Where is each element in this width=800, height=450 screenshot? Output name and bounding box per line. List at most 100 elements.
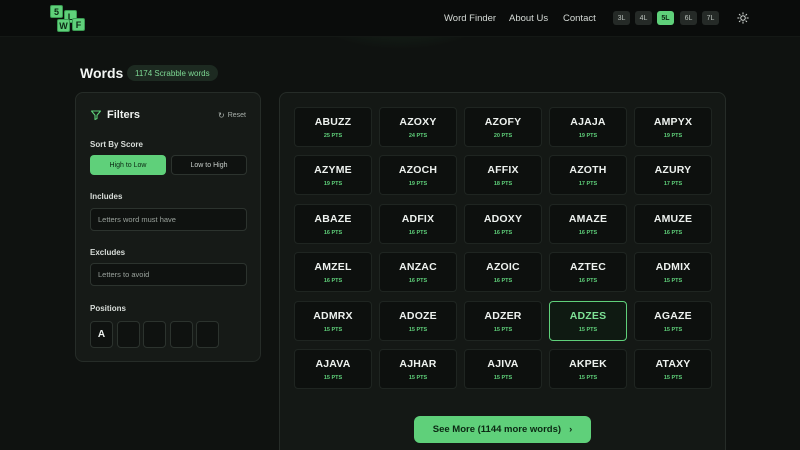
word-points: 15 PTS [493,375,513,381]
top-nav-bar: 5 L W F Word Finder About Us Contact 3L … [0,0,800,37]
sort-high-to-low-button[interactable]: High to Low [90,155,166,175]
word-points: 16 PTS [663,229,683,236]
word-text: AZOIC [486,261,520,274]
word-card[interactable]: AZOXY 24 PTS [379,107,457,147]
word-text: AZOTH [569,164,607,177]
word-card[interactable]: AMUZE 16 PTS [634,203,712,244]
word-text: AZOCH [398,164,438,177]
word-text: AZOFY [484,116,522,128]
word-card[interactable]: ADMRX 15 PTS [294,300,372,341]
word-card[interactable]: ATAXY 15 PTS [634,349,712,389]
word-text: ADZER [484,309,522,322]
logo-tile: W [57,19,70,32]
page-title: Words [80,65,124,81]
filters-title: Filters [107,109,141,121]
word-points: 15 PTS [408,375,428,381]
excludes-label: Excludes [90,248,126,257]
word-card[interactable]: AJHAR 15 PTS [379,349,457,389]
position-input-3[interactable] [143,321,166,348]
length-filter-5l[interactable]: 5L [657,11,674,25]
site-logo[interactable]: 5 L W F [48,4,88,32]
word-points: 16 PTS [578,229,598,236]
word-points: 16 PTS [493,229,513,236]
logo-tile: 5 [50,5,63,18]
word-card[interactable]: ADZER 15 PTS [464,300,542,341]
sort-low-to-high-button[interactable]: Low to High [171,155,247,175]
word-text: AZOXY [399,116,437,128]
excludes-input[interactable] [90,263,247,286]
refresh-icon: ↻ [218,111,225,120]
word-text: ADMIX [655,261,691,274]
word-grid: ABUZZ 25 PTS AZOXY 24 PTS AZOFY 20 PTS AJAJA 19… [279,92,726,450]
nav-link-about-us[interactable]: About Us [509,13,548,24]
word-card[interactable]: AZOTH 17 PTS [549,155,627,196]
length-filter-6l[interactable]: 6L [680,11,697,25]
nav-link-word-finder[interactable]: Word Finder [444,13,496,24]
see-more-button[interactable]: See More (1144 more words) › [414,416,591,443]
word-points: 15 PTS [408,326,428,333]
position-input-2[interactable] [117,321,140,348]
word-points: 18 PTS [493,181,513,188]
position-input-4[interactable] [170,321,193,348]
word-card[interactable]: ADOZE 15 PTS [379,300,457,341]
word-card[interactable]: AZURY 17 PTS [634,155,712,196]
includes-input[interactable] [90,208,247,231]
word-card[interactable]: AMZEL 16 PTS [294,252,372,293]
length-filter-3l[interactable]: 3L [613,11,630,25]
word-text: AMUZE [653,212,693,225]
word-card[interactable]: ABUZZ 25 PTS [294,107,372,147]
word-text: AKPEK [569,358,607,370]
word-points: 24 PTS [408,133,428,139]
filters-panel: Filters ↻ Reset Sort By Score High to Lo… [75,92,261,362]
word-card[interactable]: ANZAC 16 PTS [379,252,457,293]
word-text: ADOXY [483,212,523,225]
word-points: 25 PTS [323,133,343,139]
word-card[interactable]: AZYME 19 PTS [294,155,372,196]
word-points: 15 PTS [578,375,598,381]
reset-label: Reset [227,112,246,119]
word-card[interactable]: ADOXY 16 PTS [464,203,542,244]
word-text: AMZEL [314,261,352,274]
word-points: 15 PTS [323,326,343,333]
word-text: AZYME [314,164,352,177]
word-points: 16 PTS [408,229,428,236]
word-card[interactable]: ADMIX 15 PTS [634,252,712,293]
word-card[interactable]: ABAZE 16 PTS [294,203,372,244]
word-card[interactable]: AZTEC 16 PTS [549,252,627,293]
word-card[interactable]: AZOIC 16 PTS [464,252,542,293]
word-points: 15 PTS [493,326,513,333]
word-text: AMAZE [568,212,608,225]
word-card[interactable]: AZOCH 19 PTS [379,155,457,196]
word-text: ABUZZ [314,116,352,128]
sun-icon[interactable] [737,12,749,24]
length-filter-4l[interactable]: 4L [635,11,652,25]
word-card[interactable]: AZOFY 20 PTS [464,107,542,147]
length-filter-7l[interactable]: 7L [702,11,719,25]
word-card[interactable]: AJAJA 19 PTS [549,107,627,147]
word-count-badge: 1174 Scrabble words [127,65,218,81]
word-text: ADFIX [401,212,435,225]
word-points: 19 PTS [408,181,428,188]
word-card[interactable]: ADFIX 16 PTS [379,203,457,244]
word-points: 16 PTS [493,278,513,285]
word-card[interactable]: AMPYX 19 PTS [634,107,712,147]
position-input-1[interactable] [90,321,113,348]
word-points: 20 PTS [493,133,513,139]
word-points: 15 PTS [323,375,343,381]
word-card[interactable]: AMAZE 16 PTS [549,203,627,244]
word-card[interactable]: AFFIX 18 PTS [464,155,542,196]
reset-button[interactable]: ↻ Reset [218,111,246,120]
word-card[interactable]: ADZES 15 PTS [549,300,627,341]
word-points: 16 PTS [578,278,598,285]
word-text: ANZAC [399,261,437,274]
word-points: 15 PTS [578,326,598,333]
position-input-5[interactable] [196,321,219,348]
word-points: 17 PTS [578,181,598,188]
word-card[interactable]: AGAZE 15 PTS [634,300,712,341]
word-card[interactable]: AJIVA 15 PTS [464,349,542,389]
word-card[interactable]: AKPEK 15 PTS [549,349,627,389]
word-card[interactable]: AJAVA 15 PTS [294,349,372,389]
nav-link-contact[interactable]: Contact [563,13,596,24]
word-text: ADZES [569,309,607,322]
word-points: 16 PTS [323,229,343,236]
